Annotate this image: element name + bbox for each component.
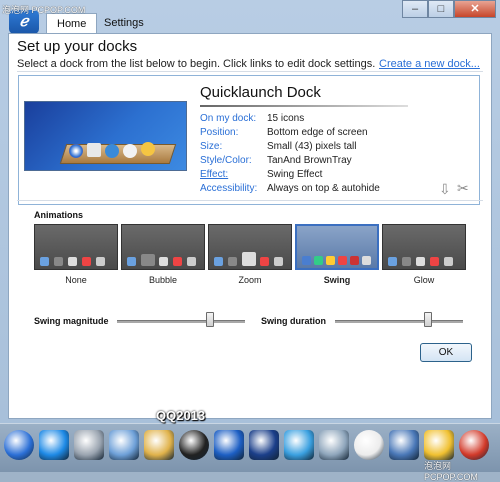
notepad-icon[interactable] — [109, 430, 139, 460]
folder-icon[interactable] — [144, 430, 174, 460]
swing-magnitude-thumb[interactable] — [206, 312, 215, 327]
animation-label-none: None — [65, 275, 87, 285]
create-dock-link[interactable]: Create a new dock... — [379, 58, 480, 70]
maximize-button[interactable]: □ — [428, 0, 454, 18]
sun-icon — [141, 142, 155, 156]
cloud-icon — [123, 144, 137, 158]
close-button[interactable]: ✕ — [454, 0, 496, 18]
animation-thumb-bubble[interactable] — [121, 224, 205, 270]
animation-thumb-zoom[interactable] — [208, 224, 292, 270]
export-icon[interactable]: ⇩ — [439, 181, 451, 198]
animations-heading: Animations — [34, 210, 84, 220]
recycle-bin-icon[interactable] — [319, 430, 349, 460]
qq-icon[interactable] — [179, 430, 209, 460]
animation-thumb-none[interactable] — [34, 224, 118, 270]
bird-icon[interactable] — [284, 430, 314, 460]
dock-name-underline — [200, 105, 408, 107]
page-title: Set up your docks — [17, 38, 138, 55]
animation-thumb-glow[interactable] — [382, 224, 466, 270]
power-icon[interactable] — [459, 430, 489, 460]
tab-settings[interactable]: Settings — [94, 13, 154, 33]
photoshop-icon[interactable] — [249, 430, 279, 460]
animation-label-zoom: Zoom — [238, 275, 262, 285]
main-panel: Set up your docks Select a dock from the… — [8, 33, 492, 419]
media-icon[interactable] — [214, 430, 244, 460]
swing-magnitude-track[interactable] — [117, 320, 245, 323]
clock-icon[interactable] — [354, 430, 384, 460]
taskbar-overlay-label: QQ2013 — [156, 408, 206, 423]
start-orb-icon[interactable] — [4, 430, 34, 460]
swing-duration-label: Swing duration — [261, 316, 326, 326]
windows-orb-icon — [69, 144, 83, 158]
animation-thumb-swing[interactable] — [295, 224, 379, 270]
divider — [17, 71, 483, 72]
watermark-top: 泡泡网 PCPOP.COM — [2, 5, 86, 15]
ie-icon[interactable] — [39, 430, 69, 460]
prop-value-size: Small (43) pixels tall — [267, 141, 357, 152]
prop-key-size: Size: — [200, 141, 223, 152]
animation-label-bubble: Bubble — [148, 275, 178, 285]
divider — [17, 200, 483, 201]
network-icon[interactable] — [389, 430, 419, 460]
prop-value-position: Bottom edge of screen — [267, 127, 368, 138]
swing-duration-thumb[interactable] — [424, 312, 433, 327]
dock-preview-image — [24, 101, 187, 171]
dock-name: Quicklaunch Dock — [200, 84, 321, 101]
calendar-icon — [87, 143, 101, 157]
calculator-icon[interactable] — [74, 430, 104, 460]
person-icon[interactable] — [424, 430, 454, 460]
tab-home[interactable]: Home — [46, 13, 98, 34]
prop-value-accessibility: Always on top & autohide — [267, 183, 380, 194]
ok-button[interactable]: OK — [420, 343, 472, 362]
animation-label-glow: Glow — [413, 275, 435, 285]
delete-icon[interactable]: ✂ — [457, 180, 469, 197]
prop-key-accessibility: Accessibility: — [200, 183, 258, 194]
page-subtitle: Select a dock from the list below to beg… — [17, 58, 376, 70]
swing-magnitude-label: Swing magnitude — [34, 316, 109, 326]
prop-value-on-my-dock: 15 icons — [267, 113, 305, 124]
animation-label-swing: Swing — [323, 275, 351, 285]
dock-card[interactable]: Quicklaunch Dock On my dock: 15 icons Po… — [18, 75, 480, 205]
prop-key-on-my-dock: On my dock: — [200, 113, 257, 124]
prop-value-effect: Swing Effect — [267, 169, 323, 180]
prop-key-style-color: Style/Color: — [200, 155, 252, 166]
swing-duration-track[interactable] — [335, 320, 463, 323]
prop-value-style-color: TanAnd BrownTray — [267, 155, 352, 166]
prop-key-position: Position: — [200, 127, 239, 138]
minimize-button[interactable]: – — [402, 0, 428, 18]
objectdock-window: ℯ Home Settings – □ ✕ Set up your docks … — [0, 0, 500, 423]
effect-link[interactable]: Effect: — [200, 169, 228, 180]
globe-icon — [105, 144, 119, 158]
